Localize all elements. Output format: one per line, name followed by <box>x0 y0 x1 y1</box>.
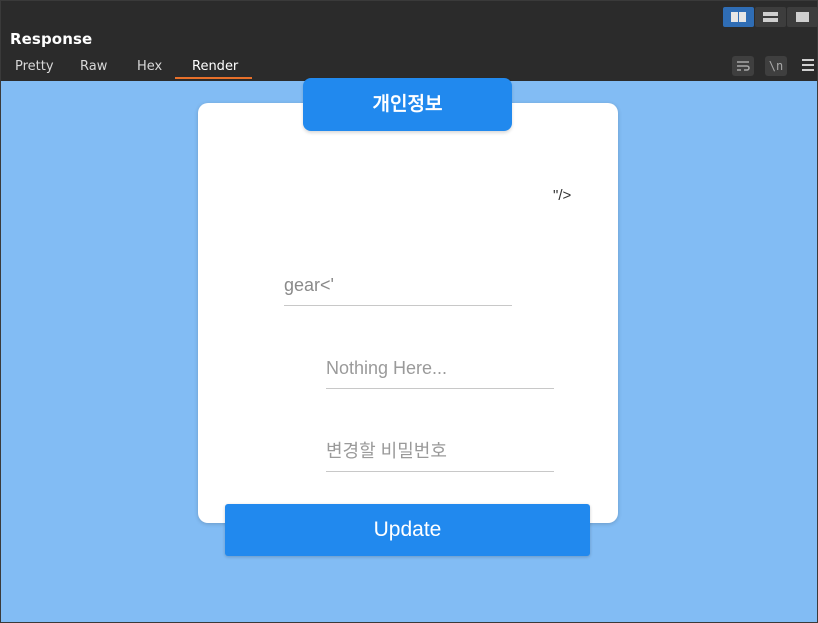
tab-pretty[interactable]: Pretty <box>15 57 54 81</box>
email-field[interactable] <box>326 349 554 389</box>
word-wrap-button[interactable] <box>732 56 754 76</box>
response-panel-header: Response Pretty Raw Hex Render \n <box>1 1 818 81</box>
new-password-field[interactable] <box>326 432 554 472</box>
form-heading: 개인정보 <box>303 78 512 131</box>
username-field[interactable] <box>284 266 512 306</box>
columns-icon <box>731 12 746 22</box>
rows-icon <box>763 12 778 22</box>
word-wrap-icon <box>737 61 750 71</box>
hamburger-menu-icon[interactable] <box>802 59 814 71</box>
square-icon <box>796 12 809 22</box>
panel-title: Response <box>10 30 93 48</box>
update-button[interactable]: Update <box>225 504 590 556</box>
tab-hex[interactable]: Hex <box>137 57 162 81</box>
side-by-side-layout-button[interactable] <box>723 7 754 27</box>
tab-raw[interactable]: Raw <box>80 57 107 81</box>
layout-toggle-group <box>723 7 818 27</box>
injected-text: "/> <box>553 187 572 204</box>
single-pane-layout-button[interactable] <box>787 7 818 27</box>
stacked-layout-button[interactable] <box>755 7 786 27</box>
show-newlines-button[interactable]: \n <box>765 56 787 76</box>
active-tab-indicator <box>175 77 252 79</box>
